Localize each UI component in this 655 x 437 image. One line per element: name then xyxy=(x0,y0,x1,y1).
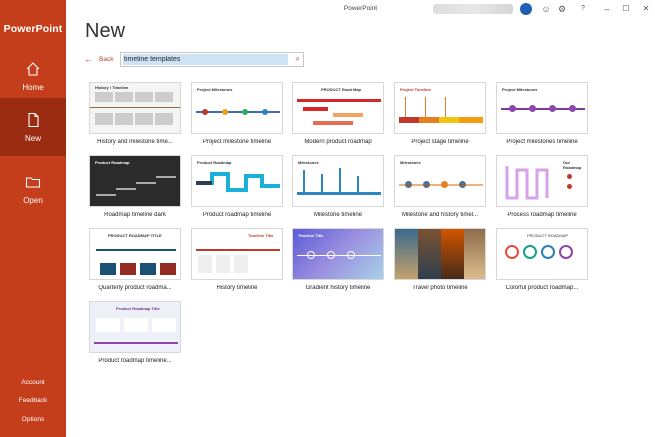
search-icon[interactable]: ⌕ xyxy=(296,54,300,64)
template-tile[interactable]: Product Roadmap Title Product roadmap ti… xyxy=(89,301,181,364)
sidebar-item-label: Home xyxy=(22,82,44,92)
template-tile[interactable]: Product Roadmap Roadmap timeline dark xyxy=(89,155,181,218)
template-thumbnail[interactable]: Product Roadmap Title xyxy=(89,301,181,353)
template-tile[interactable]: Timeline Title History timeline xyxy=(191,228,283,291)
template-label: Modern product roadmap xyxy=(304,139,372,145)
template-label: Quarterly product roadma... xyxy=(98,285,172,291)
template-thumbnail[interactable]: Milestones xyxy=(292,155,384,207)
template-tile[interactable]: Project Milestones Project milestone tim… xyxy=(191,82,283,145)
template-label: Process roadmap timeline xyxy=(507,212,577,218)
search-input[interactable] xyxy=(123,54,288,65)
template-label: History timeline xyxy=(216,285,258,291)
back-button[interactable]: ← Back xyxy=(84,54,113,64)
template-tile[interactable]: Project Timeline Project stage timeline xyxy=(394,82,486,145)
template-thumbnail[interactable]: Our Roadmap xyxy=(496,155,588,207)
app-title: PowerPoint xyxy=(3,23,63,35)
page-title: New xyxy=(85,20,126,42)
template-label: Colorful product roadmap... xyxy=(505,285,579,291)
sidebar-item-home[interactable]: Home xyxy=(0,47,66,105)
back-label: Back xyxy=(99,55,114,63)
template-thumbnail[interactable]: Milestones xyxy=(394,155,486,207)
minimize-icon[interactable]: – xyxy=(601,3,613,15)
template-thumbnail[interactable]: Timeline Title xyxy=(292,228,384,280)
template-label: Gradient history timeline xyxy=(305,285,371,291)
template-thumbnail[interactable]: PRODUCT Road Map xyxy=(292,82,384,134)
sidebar-item-label: Open xyxy=(23,195,43,205)
maximize-icon[interactable]: ☐ xyxy=(620,3,632,15)
template-label: Milestone and history timel... xyxy=(401,212,479,218)
template-tile[interactable]: Product Roadmap Product roadmap timeline xyxy=(191,155,283,218)
template-label: Milestone timeline xyxy=(313,212,363,218)
folder-icon xyxy=(25,176,41,188)
template-tile[interactable]: Timeline Title Gradient history timeline xyxy=(292,228,384,291)
template-tile[interactable]: Milestones Milestone and history timel..… xyxy=(394,155,486,218)
template-label: Project milestone timeline xyxy=(202,139,272,145)
feedback-smile-icon[interactable]: ☺ xyxy=(540,3,552,15)
template-thumbnail[interactable]: Product Roadmap xyxy=(89,155,181,207)
feedback-link[interactable]: Feedback xyxy=(0,397,66,404)
template-thumbnail[interactable]: Timeline Title xyxy=(191,228,283,280)
template-thumbnail[interactable]: Project Milestones xyxy=(191,82,283,134)
template-thumbnail[interactable]: PRODUCT ROADMAP TITLE xyxy=(89,228,181,280)
sidebar-item-open[interactable]: Open xyxy=(0,160,66,218)
search-box[interactable]: ⌕ xyxy=(120,52,304,67)
arrow-left-icon: ← xyxy=(84,54,93,64)
template-tile[interactable]: Our Roadmap Process roadmap timeline xyxy=(496,155,588,218)
template-label: Travel photo timeline xyxy=(412,285,468,291)
home-icon xyxy=(26,61,40,76)
template-tile[interactable]: History / Timeline History and milestone… xyxy=(89,82,181,145)
sidebar-item-new[interactable]: New xyxy=(0,98,66,156)
template-thumbnail[interactable]: History / Timeline xyxy=(89,82,181,134)
account-name[interactable] xyxy=(433,4,513,14)
template-label: Project milestones timeline xyxy=(506,139,578,145)
gear-icon[interactable]: ⚙ xyxy=(556,3,568,15)
sidebar: PowerPoint Home New Open Account Feedbac… xyxy=(0,0,66,437)
template-tile[interactable]: PRODUCT ROADMAP TITLE Quarterly product … xyxy=(89,228,181,291)
template-tile[interactable]: PRODUCT Road Map Modern product roadmap xyxy=(292,82,384,145)
template-label: History and milestone time... xyxy=(97,139,173,145)
template-thumbnail[interactable]: Product Roadmap xyxy=(191,155,283,207)
template-label: Project stage timeline xyxy=(411,139,469,145)
template-thumbnail[interactable]: Project Milestones xyxy=(496,82,588,134)
help-icon[interactable]: ? xyxy=(577,3,589,15)
template-tile[interactable]: PRODUCT ROADMAP Colorful product roadmap… xyxy=(496,228,588,291)
template-tile[interactable]: Travel photo timeline xyxy=(394,228,486,291)
avatar[interactable] xyxy=(520,3,532,15)
template-label: Product roadmap timeline... xyxy=(98,358,172,364)
template-tile[interactable]: Project Milestones Project milestones ti… xyxy=(496,82,588,145)
template-tile[interactable]: Milestones Milestone timeline xyxy=(292,155,384,218)
sidebar-item-label: New xyxy=(24,133,41,143)
template-label: Roadmap timeline dark xyxy=(104,212,166,218)
close-icon[interactable]: ✕ xyxy=(640,3,652,15)
template-thumbnail[interactable]: PRODUCT ROADMAP xyxy=(496,228,588,280)
template-thumbnail[interactable] xyxy=(394,228,486,280)
template-label: Product roadmap timeline xyxy=(202,212,272,218)
template-thumbnail[interactable]: Project Timeline xyxy=(394,82,486,134)
account-link[interactable]: Account xyxy=(0,379,66,386)
options-link[interactable]: Options xyxy=(0,416,66,423)
new-file-icon xyxy=(28,112,39,127)
